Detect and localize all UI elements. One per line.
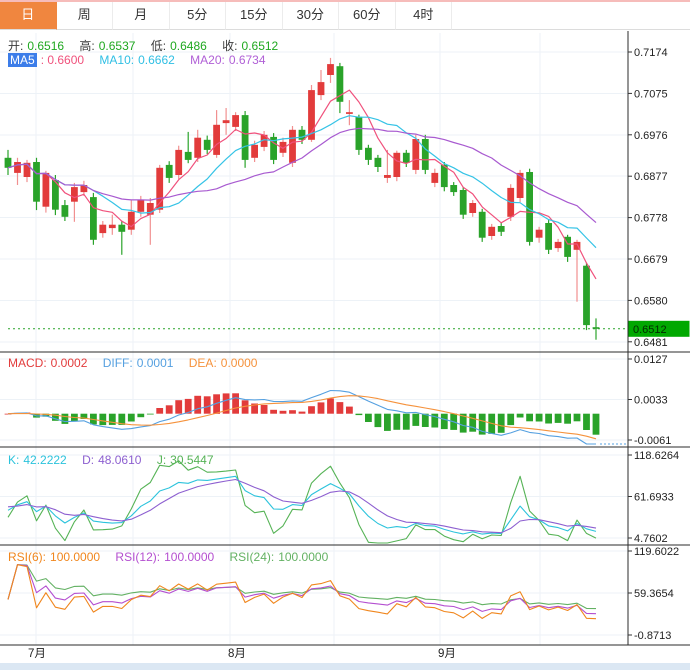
svg-text:4.7602: 4.7602 (634, 533, 668, 545)
tab-15min[interactable]: 15分 (226, 2, 283, 30)
tab-day[interactable]: 日 (0, 2, 57, 30)
svg-text:0.6512: 0.6512 (633, 324, 667, 336)
month-axis: 7月 8月 9月 (28, 648, 456, 660)
indicator-axes: 0.0127 0.0033 -0.0061 118.6264 61.6933 4.7602… (628, 354, 679, 642)
tab-30min[interactable]: 30分 (283, 2, 340, 30)
macd-pane (5, 391, 626, 445)
svg-text:0.6580: 0.6580 (634, 295, 668, 307)
tab-4hour[interactable]: 4时 (396, 2, 453, 30)
svg-text:-0.8713: -0.8713 (634, 630, 671, 642)
rsi-pane (8, 565, 596, 619)
svg-text:0.7174: 0.7174 (634, 47, 668, 59)
svg-text:0.0033: 0.0033 (634, 395, 668, 407)
chart-svg: 0.7174 0.7075 0.6976 0.6877 0.6778 0.6679 0.65… (0, 30, 690, 672)
tab-month[interactable]: 月 (113, 2, 170, 30)
last-price-tag: 0.6512 (629, 321, 690, 337)
ma-lines (8, 90, 596, 279)
kdj-pane (8, 461, 596, 543)
price-axis: 0.7174 0.7075 0.6976 0.6877 0.6778 0.6679 0.65… (628, 47, 668, 349)
chart-scrollbar[interactable] (0, 663, 690, 670)
svg-text:0.6481: 0.6481 (634, 337, 668, 349)
pane-separators (0, 31, 690, 645)
svg-text:0.7075: 0.7075 (634, 88, 668, 100)
svg-text:0.6778: 0.6778 (634, 213, 668, 225)
svg-text:9月: 9月 (438, 648, 456, 660)
svg-text:118.6264: 118.6264 (634, 450, 679, 462)
tab-60min[interactable]: 60分 (339, 2, 396, 30)
svg-text:0.6679: 0.6679 (634, 254, 668, 266)
tab-week[interactable]: 周 (57, 2, 114, 30)
svg-text:61.6933: 61.6933 (634, 492, 674, 504)
tabbar-filler (452, 2, 690, 30)
svg-text:8月: 8月 (228, 648, 246, 660)
candlestick-series (5, 58, 600, 340)
svg-text:0.6976: 0.6976 (634, 130, 668, 142)
svg-text:-0.0061: -0.0061 (634, 435, 671, 447)
svg-text:0.6877: 0.6877 (634, 171, 668, 183)
svg-text:59.3654: 59.3654 (634, 588, 674, 600)
svg-text:119.6022: 119.6022 (634, 546, 679, 558)
svg-text:7月: 7月 (28, 648, 46, 660)
tab-5min[interactable]: 5分 (170, 2, 227, 30)
period-tabbar: 日 周 月 5分 15分 30分 60分 4时 (0, 2, 690, 30)
svg-text:0.0127: 0.0127 (634, 354, 668, 366)
chart-canvas[interactable]: 0.7174 0.7075 0.6976 0.6877 0.6778 0.6679 0.65… (0, 30, 690, 672)
